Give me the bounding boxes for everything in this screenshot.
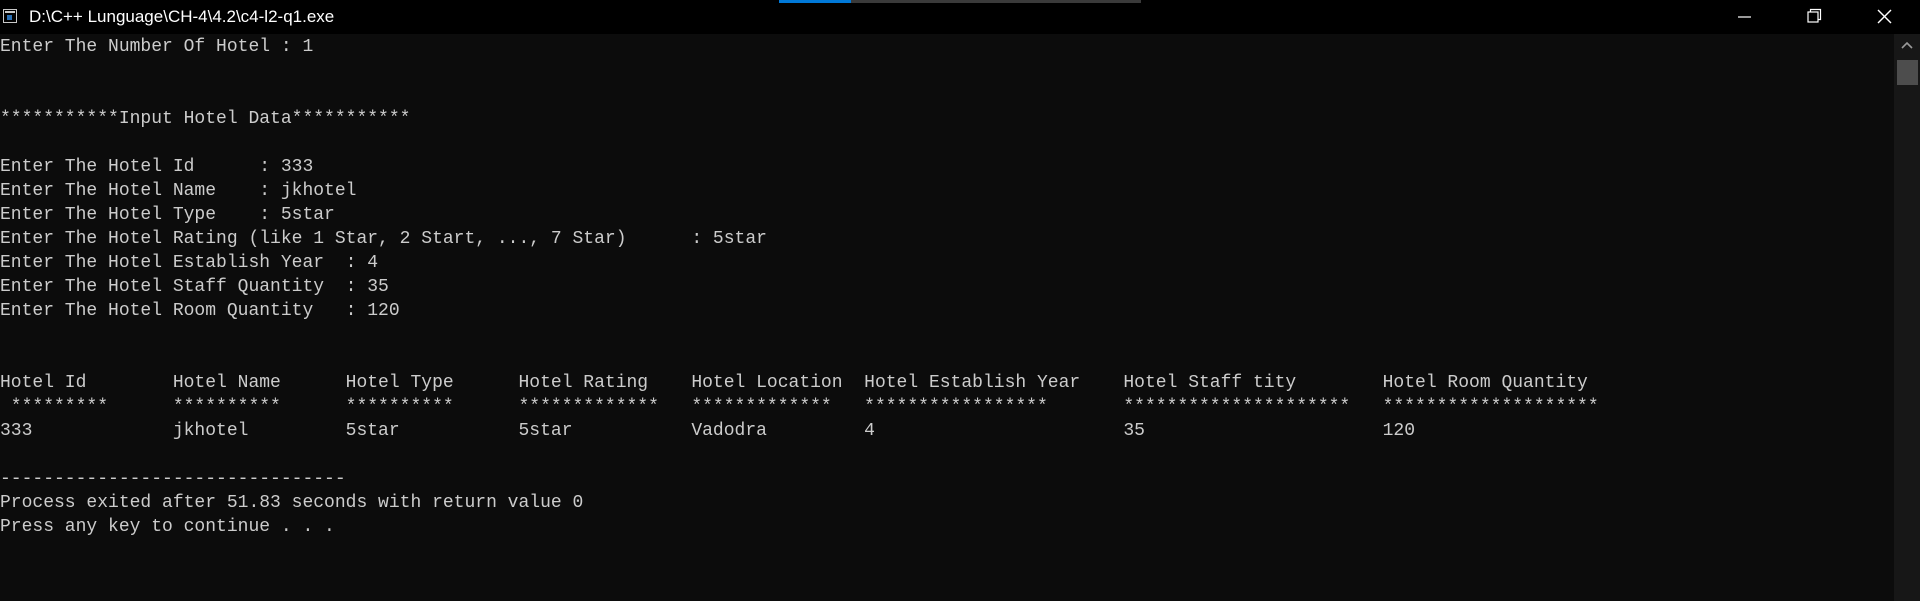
console-line: Enter The Hotel Name : jkhotel — [0, 181, 357, 201]
press-any-key-prompt: Press any key to continue . . . — [0, 517, 335, 537]
process-exit-message: Process exited after 51.83 seconds with … — [0, 493, 584, 513]
restore-icon — [1807, 8, 1822, 23]
divider-line: -------------------------------- — [0, 469, 346, 489]
console-line: Enter The Hotel Staff Quantity : 35 — [0, 277, 389, 297]
scroll-up-button[interactable] — [1894, 34, 1920, 58]
console-app-icon[interactable] — [3, 9, 17, 23]
console-line: Enter The Hotel Rating (like 1 Star, 2 S… — [0, 229, 767, 249]
window-title: D:\C++ Lunguage\CH-4\4.2\c4-l2-q1.exe — [29, 7, 335, 26]
console-output[interactable]: Enter The Number Of Hotel : 1 **********… — [0, 34, 1894, 601]
restore-button[interactable] — [1779, 0, 1848, 34]
close-icon — [1877, 9, 1892, 24]
scrollbar-thumb[interactable] — [1897, 60, 1918, 85]
table-separator-line: ********* ********** ********** ********… — [0, 397, 1599, 417]
console-line: Enter The Number Of Hotel : 1 — [0, 37, 314, 57]
console-line: ***********Input Hotel Data*********** — [0, 109, 411, 129]
taskbar-focus-indicator — [779, 0, 851, 3]
console-line: Enter The Hotel Establish Year : 4 — [0, 253, 379, 273]
taskbar-focus-track — [851, 0, 1141, 3]
console-line: Enter The Hotel Room Quantity : 120 — [0, 301, 400, 321]
minimize-icon — [1738, 16, 1751, 18]
chevron-up-icon — [1901, 41, 1913, 49]
close-button[interactable] — [1848, 0, 1920, 34]
console-line: Enter The Hotel Type : 5star — [0, 205, 335, 225]
console-line: Enter The Hotel Id : 333 — [0, 157, 314, 177]
table-header-line: Hotel Id Hotel Name Hotel Type Hotel Rat… — [0, 373, 1588, 393]
table-row-line: 333 jkhotel 5star 5star Vadodra 4 35 120 — [0, 421, 1416, 441]
title-bar[interactable]: D:\C++ Lunguage\CH-4\4.2\c4-l2-q1.exe — [0, 0, 1920, 34]
minimize-button[interactable] — [1710, 0, 1779, 34]
vertical-scrollbar[interactable] — [1894, 34, 1920, 601]
